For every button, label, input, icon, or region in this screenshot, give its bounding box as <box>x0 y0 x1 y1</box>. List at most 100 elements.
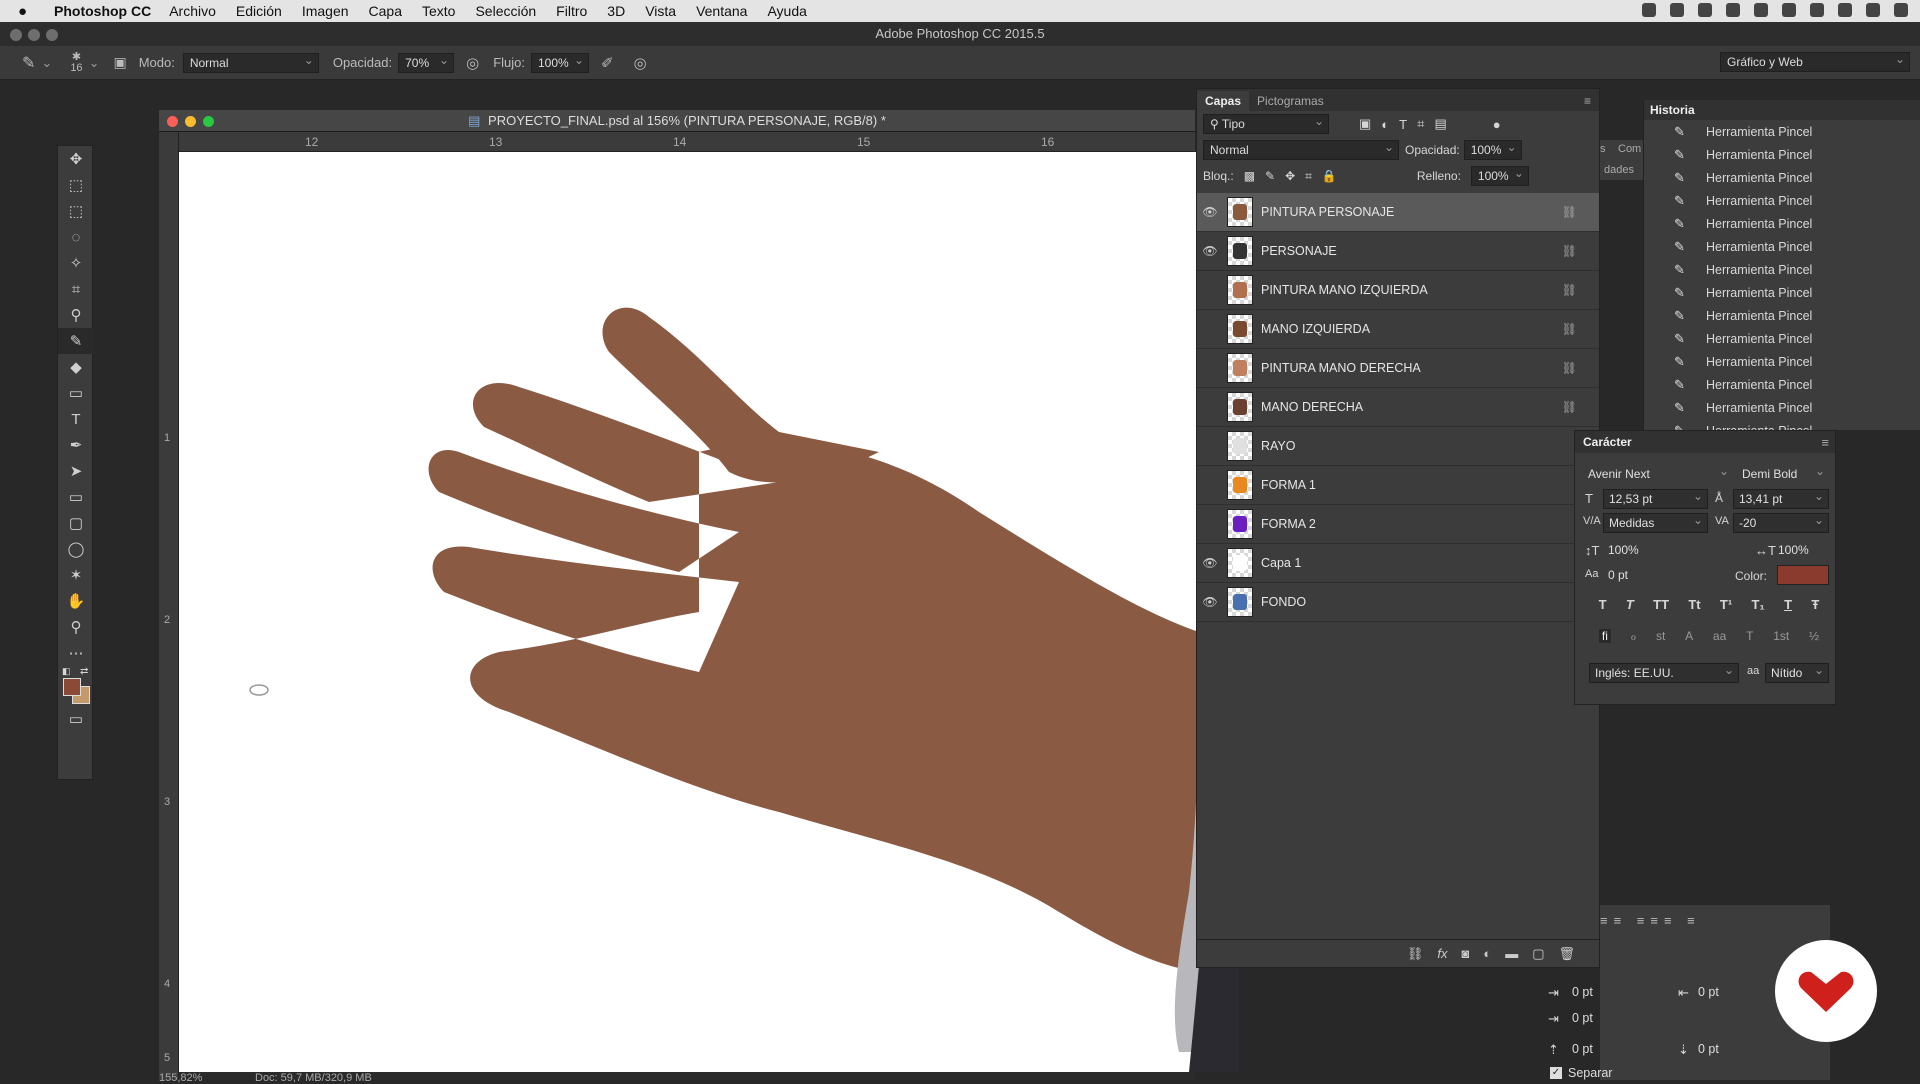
layer-name[interactable]: PINTURA PERSONAJE <box>1261 205 1394 219</box>
tab-capas[interactable]: Capas <box>1197 91 1250 111</box>
collapsed-tab[interactable]: s <box>1600 143 1606 155</box>
titling-alternates-button[interactable]: T <box>1746 629 1753 643</box>
font-style-select[interactable]: Demi Bold <box>1737 462 1829 485</box>
small-caps-button[interactable]: Tt <box>1688 597 1700 612</box>
document-canvas[interactable] <box>179 152 1239 1072</box>
lock-image-icon[interactable]: ✎ <box>1265 169 1275 183</box>
siri-icon[interactable] <box>1866 3 1880 17</box>
layer-name[interactable]: PERSONAJE <box>1261 244 1337 258</box>
new-group-icon[interactable]: ▬ <box>1505 946 1518 961</box>
filter-adjustment-icon[interactable]: ◐ <box>1381 117 1389 132</box>
layer-row[interactable]: FORMA 2 <box>1197 505 1599 544</box>
history-item[interactable]: ✎ Herramienta Pincel <box>1644 258 1920 281</box>
swash-button[interactable]: A <box>1685 629 1693 643</box>
dropbox-icon[interactable] <box>1670 3 1684 17</box>
menu-ayuda[interactable]: Ayuda <box>767 3 806 19</box>
font-size-field[interactable]: 12,53 pt <box>1603 487 1708 509</box>
all-caps-button[interactable]: TT <box>1653 597 1669 612</box>
layer-row[interactable]: RAYO <box>1197 427 1599 466</box>
lock-transparent-icon[interactable]: ▩ <box>1244 169 1255 183</box>
zoom-document-button[interactable] <box>203 116 214 127</box>
menu-filtro[interactable]: Filtro <box>556 3 587 19</box>
zoom-window-button[interactable] <box>46 29 58 41</box>
history-item[interactable]: ✎ Herramienta Pincel <box>1644 212 1920 235</box>
blend-mode-select[interactable]: Normal <box>1203 138 1399 160</box>
lock-artboard-icon[interactable]: ⌗ <box>1305 169 1312 184</box>
italic-button[interactable]: T <box>1626 597 1634 612</box>
layer-filter-select[interactable]: ⚲ Tipo <box>1203 112 1329 134</box>
layer-row[interactable]: MANO IZQUIERDA ⛓ <box>1197 310 1599 349</box>
menu-seleccion[interactable]: Selección <box>475 3 536 19</box>
menu-ventana[interactable]: Ventana <box>696 3 747 19</box>
hand-tool-icon[interactable]: ✋ <box>58 588 94 614</box>
menu-list-icon[interactable] <box>1894 3 1908 17</box>
record-icon[interactable] <box>1642 3 1656 17</box>
history-item[interactable]: ✎ Herramienta Pincel <box>1644 281 1920 304</box>
filter-smartobject-icon[interactable]: ▤ <box>1434 116 1446 132</box>
history-item[interactable]: ✎ Herramienta Pincel <box>1644 120 1920 143</box>
opacity-field[interactable]: 70% <box>398 51 455 73</box>
visibility-eye-icon[interactable]: 👁 <box>1197 595 1223 609</box>
collapsed-tab[interactable]: dades <box>1604 164 1634 176</box>
cloud-icon[interactable] <box>1698 3 1712 17</box>
document-info[interactable]: Doc: 59,7 MB/320,9 MB <box>255 1072 372 1084</box>
indent-right-field[interactable]: 0 pt <box>1698 985 1719 999</box>
layer-row[interactable]: 👁 Capa 1 <box>1197 544 1599 583</box>
artboard-tool-icon[interactable]: ⬚ <box>58 172 94 198</box>
custom-shape-tool-icon[interactable]: ✶ <box>58 562 94 588</box>
magic-wand-tool-icon[interactable]: ✧ <box>58 250 94 276</box>
horizontal-scale-field[interactable]: 100% <box>1773 541 1829 561</box>
rectangle-tool-icon[interactable]: ▭ <box>58 484 94 510</box>
adjustment-layer-icon[interactable]: ◐ <box>1483 946 1491 961</box>
layer-thumbnail[interactable] <box>1227 509 1253 539</box>
app-icon[interactable] <box>1726 3 1740 17</box>
more-tools-icon[interactable]: ⋯ <box>58 640 94 666</box>
zoom-tool-icon[interactable]: ⚲ <box>58 614 94 640</box>
zoom-level[interactable]: 155,82% <box>159 1072 202 1084</box>
layer-row[interactable]: MANO DERECHA ⛓ <box>1197 388 1599 427</box>
app-menu[interactable]: Photoshop CC <box>54 3 151 19</box>
fx-icon[interactable]: fx <box>1437 946 1447 961</box>
panel-menu-icon[interactable]: ≡ <box>1821 435 1829 450</box>
link-layers-icon[interactable]: ⛓ <box>1407 946 1424 962</box>
notification-icon[interactable] <box>1782 3 1796 17</box>
layer-row[interactable]: PINTURA MANO IZQUIERDA ⛓ <box>1197 271 1599 310</box>
visibility-eye-icon[interactable] <box>1197 435 1223 457</box>
close-document-button[interactable] <box>167 116 178 127</box>
strikethrough-button[interactable]: Ŧ <box>1811 597 1819 612</box>
delete-layer-icon[interactable]: 🗑 <box>1558 946 1575 962</box>
layer-name[interactable]: MANO DERECHA <box>1261 400 1363 414</box>
ligatures-button[interactable]: fi <box>1598 629 1611 643</box>
visibility-eye-icon[interactable]: 👁 <box>1197 205 1223 219</box>
tab-pictogramas[interactable]: Pictogramas <box>1249 91 1332 111</box>
alignment-buttons[interactable]: ≡≡ ≡≡≡ ≡ <box>1600 913 1701 928</box>
new-layer-icon[interactable]: ▢ <box>1532 946 1544 962</box>
type-tool-icon[interactable]: T <box>58 406 94 432</box>
marquee-tool-icon[interactable]: ⬚ <box>58 198 94 224</box>
layer-thumbnail[interactable] <box>1227 314 1253 344</box>
layer-name[interactable]: Capa 1 <box>1261 556 1301 570</box>
history-item[interactable]: ✎ Herramienta Pincel <box>1644 396 1920 419</box>
filter-pixel-icon[interactable]: ▣ <box>1359 116 1371 132</box>
flow-field[interactable]: 100% <box>531 51 589 73</box>
brush-tool-icon[interactable]: ✎ <box>22 53 35 73</box>
add-mask-icon[interactable]: ◙ <box>1461 946 1469 961</box>
visibility-eye-icon[interactable] <box>1197 357 1223 379</box>
swap-colors-icon[interactable]: ⇄ <box>80 666 88 677</box>
history-item[interactable]: ✎ Herramienta Pincel <box>1644 350 1920 373</box>
menu-imagen[interactable]: Imagen <box>302 3 349 19</box>
ellipse-tool-icon[interactable]: ◯ <box>58 536 94 562</box>
layer-row[interactable]: 👁 PINTURA PERSONAJE ⛓ <box>1197 193 1599 232</box>
kerning-field[interactable]: Medidas <box>1603 511 1708 533</box>
text-color-swatch[interactable] <box>1777 565 1829 585</box>
font-family-select[interactable]: Avenir Next <box>1583 462 1733 485</box>
layer-row[interactable]: PINTURA MANO DERECHA ⛓ <box>1197 349 1599 388</box>
fractions-button[interactable]: ½ <box>1809 629 1819 643</box>
history-item[interactable]: ✎ Herramienta Pincel <box>1644 327 1920 350</box>
visibility-eye-icon[interactable] <box>1197 318 1223 340</box>
move-tool-icon[interactable]: ✥ <box>58 146 94 172</box>
layer-thumbnail[interactable] <box>1227 275 1253 305</box>
layer-name[interactable]: PINTURA MANO IZQUIERDA <box>1261 283 1428 297</box>
contextual-alternates-button[interactable]: st <box>1656 629 1665 643</box>
screen-mode-icon[interactable]: ▭ <box>58 706 94 732</box>
